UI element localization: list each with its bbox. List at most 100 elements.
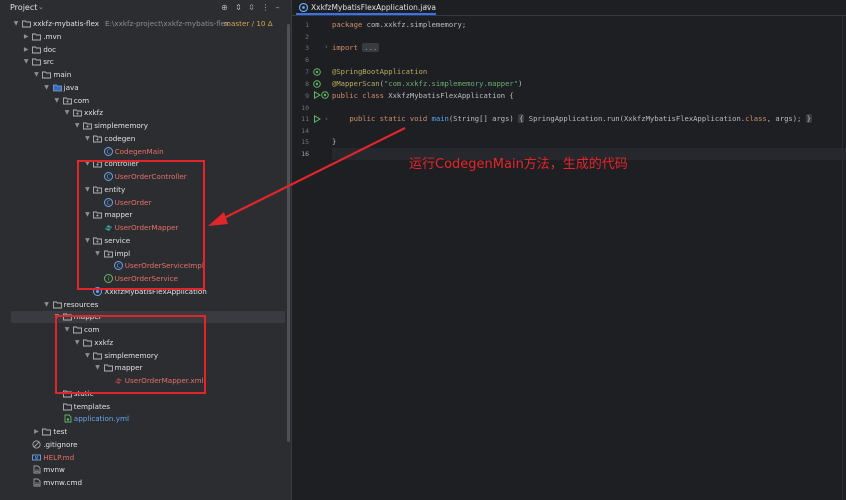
tree-row-templates[interactable]: templates bbox=[0, 401, 287, 413]
folder-icon bbox=[32, 45, 42, 54]
code-token: class bbox=[745, 114, 767, 123]
hide-panel-icon[interactable]: – bbox=[273, 3, 282, 12]
code-token: @MapperScan bbox=[332, 79, 380, 88]
line-number: 10 bbox=[301, 104, 309, 112]
folder-icon bbox=[42, 427, 52, 436]
tree-row-mvnw-cmd[interactable]: mvnw.cmd bbox=[0, 477, 287, 489]
file-icon bbox=[32, 465, 41, 474]
line-number: 7 bbox=[305, 68, 309, 76]
run-icon[interactable] bbox=[313, 90, 321, 100]
collapse-all-icon[interactable]: ⇳ bbox=[247, 3, 256, 12]
tree-item-label: HELP.md bbox=[43, 452, 75, 462]
chevron-down-icon[interactable]: ▼ bbox=[73, 121, 81, 131]
tree-row-java[interactable]: ▼ java bbox=[0, 82, 287, 94]
code-line: @MapperScan("com.xxkfz.simplememory.mapp… bbox=[332, 79, 522, 88]
tree-row--mvn[interactable]: ▶ .mvn bbox=[0, 31, 287, 43]
spring-bean-icon[interactable] bbox=[313, 68, 321, 76]
chevron-down-icon[interactable]: ▼ bbox=[12, 19, 20, 29]
tree-row-main[interactable]: ▼ main bbox=[0, 69, 287, 81]
code-token: @SpringBootApplication bbox=[332, 67, 428, 76]
line-number: 9 bbox=[305, 92, 309, 100]
git-branch-badge: master / 10 Δ bbox=[224, 19, 273, 28]
tree-item-label: java bbox=[63, 82, 79, 92]
code-token: } bbox=[332, 137, 337, 146]
tree-item-label: xxkfz-mybatis-flex bbox=[33, 19, 100, 28]
tree-row-test[interactable]: ▶ test bbox=[0, 426, 287, 438]
run-icon[interactable] bbox=[313, 114, 321, 124]
tree-row-src[interactable]: ▼ src bbox=[0, 56, 287, 68]
tree-item-label: main bbox=[53, 70, 72, 79]
expand-all-icon[interactable]: ⇕ bbox=[234, 3, 243, 12]
spring-bean-icon[interactable] bbox=[313, 80, 321, 88]
tree-row--gitignore[interactable]: .gitignore bbox=[0, 439, 287, 451]
chevron-down-icon[interactable]: ▼ bbox=[43, 300, 51, 310]
tree-row-codegenmain[interactable]: C CodegenMain bbox=[0, 146, 287, 158]
tree-scrollbar[interactable] bbox=[287, 24, 290, 442]
tree-row-resources[interactable]: ▼ resources bbox=[0, 299, 287, 311]
code-line: public static void main(String[] args) {… bbox=[332, 114, 813, 123]
fold-icon[interactable]: › bbox=[325, 43, 328, 51]
chevron-down-icon[interactable]: ▼ bbox=[83, 134, 91, 144]
code-token: (String[] args) bbox=[448, 114, 519, 123]
code-token: ... bbox=[362, 43, 380, 52]
project-path: E:\xxkfz-project\xxkfz-mybatis-flex bbox=[105, 19, 230, 28]
code-line: } bbox=[332, 137, 336, 146]
tree-row-xxkfz-mybatis-flex[interactable]: ▼ xxkfz-mybatis-flex E:\xxkfz-project\xxkf… bbox=[0, 18, 287, 30]
tree-row-mvnw[interactable]: mvnw bbox=[0, 464, 287, 476]
line-number: 1 bbox=[305, 21, 309, 29]
close-icon[interactable]: × bbox=[424, 2, 431, 11]
chevron-down-icon[interactable]: ▼ bbox=[43, 83, 51, 93]
tree-row-simplememory[interactable]: ▼ simplememory bbox=[0, 120, 287, 132]
tree-item-label: templates bbox=[73, 401, 110, 411]
folder-icon bbox=[32, 32, 42, 41]
spring-bean-icon[interactable] bbox=[321, 91, 329, 99]
tree-item-label: resources bbox=[63, 299, 99, 309]
tree-row-help-md[interactable]: M HELP.md bbox=[0, 452, 287, 464]
code-line: import ... bbox=[332, 43, 380, 52]
chevron-down-icon[interactable]: ▼ bbox=[63, 108, 71, 118]
chevron-right-icon[interactable]: ▶ bbox=[22, 45, 30, 55]
folder-icon bbox=[42, 70, 52, 79]
tree-row-xxkfz[interactable]: ▼ xxkfz bbox=[0, 107, 287, 119]
project-panel-title[interactable]: Project bbox=[10, 3, 37, 12]
package-icon bbox=[83, 121, 93, 130]
module-folder-icon bbox=[22, 19, 31, 28]
svg-text:M: M bbox=[35, 455, 39, 460]
tree-row-application-yml[interactable]: application.yml bbox=[0, 413, 287, 425]
folder-icon bbox=[32, 57, 42, 66]
chevron-down-icon[interactable]: ▼ bbox=[53, 96, 61, 106]
line-number: 15 bbox=[301, 138, 309, 146]
code-line: package com.xxkfz.simplememory; bbox=[332, 20, 466, 29]
chevron-right-icon[interactable]: ▶ bbox=[32, 427, 40, 437]
chevron-right-icon[interactable]: ▶ bbox=[22, 32, 30, 42]
tree-row-com[interactable]: ▼ com bbox=[0, 95, 287, 107]
source-folder-icon bbox=[52, 83, 62, 92]
code-token: } bbox=[805, 114, 813, 123]
tree-row-doc[interactable]: ▶ doc bbox=[0, 44, 287, 56]
code-token: run(XxkfzMybatisFlexApplication. bbox=[606, 114, 746, 123]
editor-right-border bbox=[842, 16, 843, 500]
code-token: com.xxkfz.simplememory; bbox=[366, 20, 467, 29]
chevron-down-icon[interactable]: ▼ bbox=[32, 70, 40, 80]
project-panel-header: Project ⌄ ⊕ ⇕ ⇳ ⋮ – bbox=[0, 0, 291, 17]
resources-folder-icon bbox=[52, 300, 62, 309]
tree-item-label: xxkfz bbox=[84, 108, 103, 118]
spring-class-icon bbox=[298, 2, 309, 13]
crosshair-icon[interactable]: ⊕ bbox=[220, 3, 229, 12]
code-editor: XxkfzMybatisFlexApplication.java × 1 2 3 6 7… bbox=[291, 0, 846, 500]
annotation-box-mapper-xml bbox=[55, 315, 206, 394]
fold-icon[interactable]: › bbox=[325, 115, 328, 123]
tree-row-codegen[interactable]: ▼ codegen bbox=[0, 133, 287, 145]
chevron-down-icon[interactable]: ▼ bbox=[22, 57, 30, 67]
chevron-down-icon[interactable]: ⌄ bbox=[38, 3, 44, 11]
line-number: 16 bbox=[301, 150, 309, 158]
code-token: import bbox=[332, 43, 363, 52]
code-token: main bbox=[431, 114, 449, 123]
tab-xxkfz-application[interactable]: XxkfzMybatisFlexApplication.java × bbox=[296, 0, 436, 15]
file-icon bbox=[32, 478, 41, 487]
tree-item-label: application.yml bbox=[73, 414, 129, 424]
code-token: ) bbox=[518, 79, 523, 88]
yml-icon bbox=[63, 414, 72, 423]
more-options-icon[interactable]: ⋮ bbox=[261, 3, 270, 12]
